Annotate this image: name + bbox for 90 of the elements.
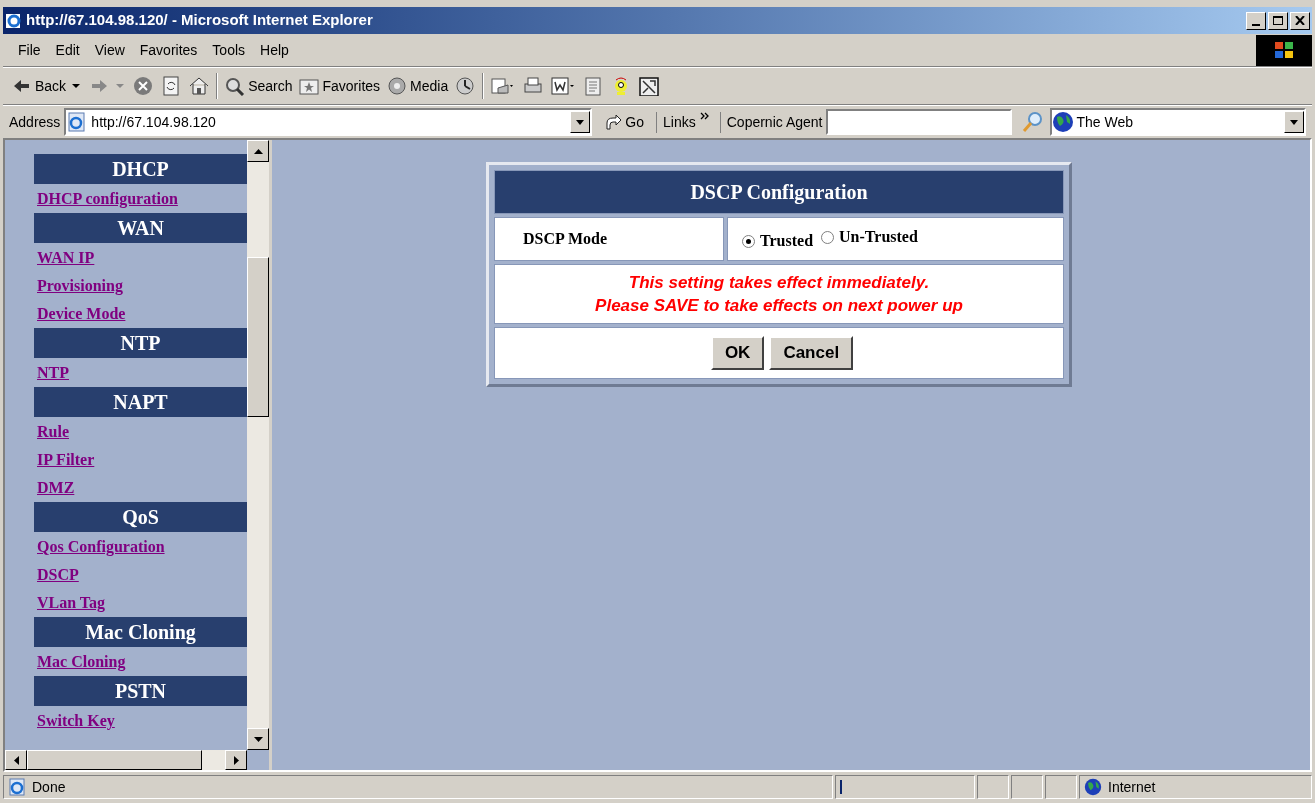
dropdown-button[interactable] bbox=[570, 111, 591, 133]
home-icon bbox=[188, 76, 211, 96]
close-icon bbox=[1295, 16, 1305, 25]
caret-icon bbox=[116, 83, 127, 89]
minimize-button[interactable] bbox=[1246, 11, 1266, 30]
scroll-left-button[interactable] bbox=[5, 750, 27, 770]
form-button[interactable]: OK bbox=[710, 336, 765, 370]
down-arrow-icon bbox=[253, 736, 263, 742]
zone-pane: Internet bbox=[1079, 775, 1312, 799]
status-pane bbox=[977, 775, 1009, 799]
section-heading: PSTN bbox=[34, 676, 247, 706]
clock-icon bbox=[454, 76, 477, 96]
sidebar-link[interactable]: DSCP bbox=[37, 563, 79, 587]
star-folder-icon bbox=[298, 76, 321, 96]
sidebar-link[interactable]: DMZ bbox=[37, 476, 75, 500]
status-pane bbox=[1011, 775, 1043, 799]
links-button[interactable]: Links bbox=[656, 111, 716, 133]
sidebar-link[interactable]: Device Mode bbox=[37, 302, 126, 326]
page-icon bbox=[8, 778, 28, 796]
edit-icon bbox=[550, 76, 577, 96]
section-heading: DHCP bbox=[34, 154, 247, 184]
sidebar-link[interactable]: Qos Configuration bbox=[37, 535, 165, 559]
arrow-icon bbox=[604, 113, 623, 131]
section-heading: NAPT bbox=[34, 387, 247, 417]
caret-icon bbox=[576, 119, 585, 125]
close-button[interactable] bbox=[1290, 11, 1310, 30]
scroll-down-button[interactable] bbox=[247, 728, 269, 750]
chevron-icon bbox=[699, 111, 710, 120]
scroll-right-button[interactable] bbox=[225, 750, 247, 770]
vertical-scrollbar[interactable] bbox=[247, 140, 269, 750]
browser-icon bbox=[5, 11, 23, 30]
right-arrow-icon bbox=[233, 755, 239, 765]
go-button[interactable]: Go bbox=[596, 111, 653, 133]
sidebar-link[interactable]: IP Filter bbox=[37, 448, 95, 472]
caret-icon bbox=[72, 83, 83, 89]
section-heading: NTP bbox=[34, 328, 247, 358]
sidebar-link[interactable]: Mac Cloning bbox=[37, 650, 126, 674]
sidebar-link[interactable]: DHCP configuration bbox=[37, 187, 178, 211]
sidebar-link[interactable]: VLan Tag bbox=[37, 591, 106, 615]
up-arrow-icon bbox=[253, 148, 263, 154]
notice-text: This setting takes effect immediately. bbox=[628, 272, 930, 294]
sidebar-link[interactable]: Switch Key bbox=[37, 709, 115, 733]
panel-title: DSCP Configuration bbox=[494, 170, 1064, 214]
notice-text: Please SAVE to take effects on next power up bbox=[595, 295, 963, 317]
scrollbar-thumb[interactable] bbox=[247, 257, 269, 417]
sidebar-link[interactable]: Provisioning bbox=[37, 274, 123, 298]
left-arrow-icon bbox=[13, 755, 19, 765]
favorites-button[interactable]: Favorites bbox=[298, 71, 381, 101]
section-heading: Mac Cloning bbox=[34, 617, 247, 647]
address-label: Address bbox=[9, 112, 61, 132]
sidebar-link[interactable]: NTP bbox=[37, 361, 69, 385]
maximize-button[interactable] bbox=[1268, 11, 1288, 30]
sidebar-link[interactable]: WAN IP bbox=[37, 246, 95, 270]
status-pane bbox=[1045, 775, 1077, 799]
search-field[interactable] bbox=[826, 109, 1013, 135]
dropdown-button[interactable] bbox=[1284, 111, 1304, 133]
status-text: Done bbox=[3, 775, 833, 799]
form-button[interactable]: Cancel bbox=[769, 336, 854, 370]
radio-button[interactable] bbox=[821, 230, 835, 244]
radio-button[interactable] bbox=[742, 234, 755, 248]
scroll-up-button[interactable] bbox=[247, 140, 269, 162]
search-button[interactable]: Search bbox=[224, 71, 293, 101]
scrollbar-thumb[interactable] bbox=[27, 750, 202, 770]
windows-logo-icon bbox=[1256, 34, 1312, 66]
field-label: DSCP Mode bbox=[523, 230, 607, 247]
menu-item[interactable]: Favorites bbox=[132, 37, 205, 63]
print-icon bbox=[522, 76, 545, 96]
menu-item[interactable]: Tools bbox=[205, 37, 253, 63]
caret-icon bbox=[1290, 119, 1298, 125]
globe-icon bbox=[1052, 111, 1075, 133]
horizontal-scrollbar[interactable] bbox=[5, 750, 247, 770]
media-icon bbox=[386, 76, 409, 96]
option-label: Un-Trusted bbox=[839, 227, 918, 247]
section-heading: QoS bbox=[34, 502, 247, 532]
menu-item[interactable]: Edit bbox=[48, 37, 87, 63]
search-icon bbox=[224, 76, 247, 96]
globe-icon bbox=[1084, 778, 1102, 796]
menu-item[interactable]: File bbox=[11, 37, 48, 63]
window-title: http://67.104.98.120/ - Microsoft Internet Explorer bbox=[26, 10, 373, 31]
address-field[interactable]: http://67.104.98.120 bbox=[64, 108, 593, 136]
sidebar-link[interactable]: Rule bbox=[37, 420, 69, 444]
search-scope-dropdown[interactable]: The Web bbox=[1050, 108, 1306, 136]
menu-item[interactable]: View bbox=[87, 37, 132, 63]
toolbar-label: Copernic Agent bbox=[719, 111, 823, 133]
media-button[interactable]: Media bbox=[386, 71, 449, 101]
menu-item[interactable]: Help bbox=[253, 37, 296, 63]
stop-icon bbox=[132, 76, 155, 96]
section-heading: WAN bbox=[34, 213, 247, 243]
option-label: Trusted bbox=[760, 231, 814, 251]
back-button[interactable]: Back bbox=[11, 71, 83, 101]
